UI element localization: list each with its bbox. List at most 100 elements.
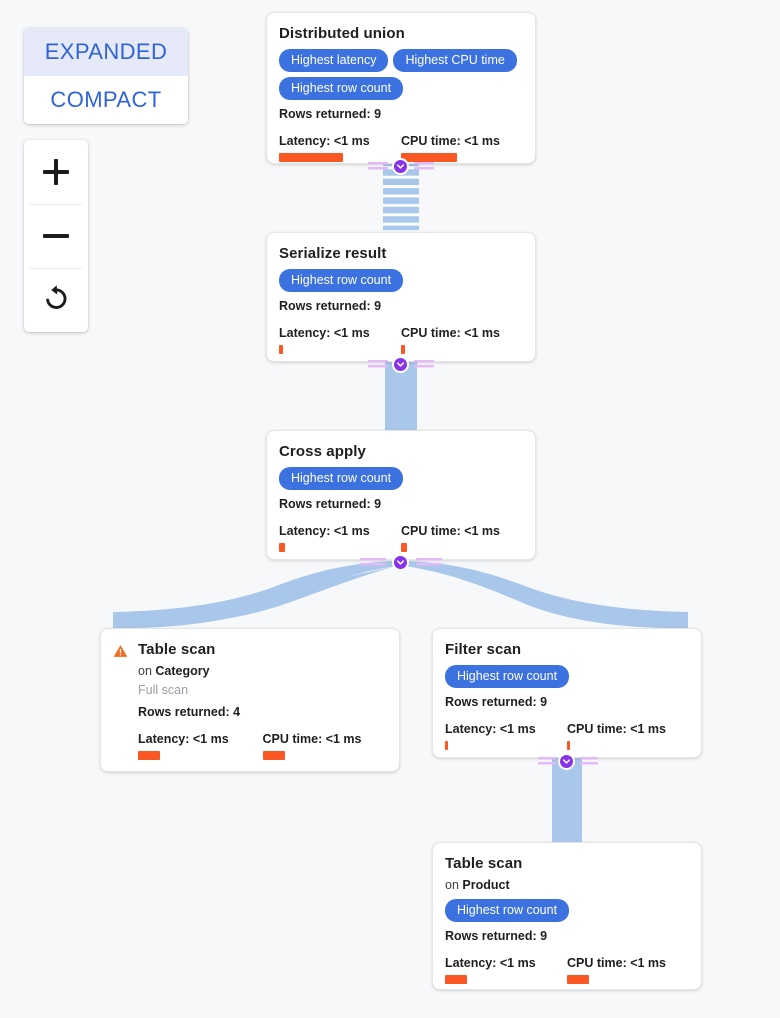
zoom-controls[interactable] <box>24 140 88 332</box>
metric-latency: Latency: <1 ms <box>279 134 401 162</box>
metric-cpu-label: CPU time: <1 ms <box>567 956 666 970</box>
node-header: Table scan on Product <box>445 855 689 893</box>
metric-latency-bar <box>445 741 448 750</box>
node-distributed-union[interactable]: Distributed union Highest latency Highes… <box>266 12 536 164</box>
chip-highest-row-count[interactable]: Highest row count <box>279 467 404 490</box>
metric-latency-label: Latency: <1 ms <box>138 732 229 746</box>
chevron-down-icon <box>395 557 406 568</box>
node-metrics: Latency: <1 ms CPU time: <1 ms <box>279 524 523 552</box>
chip-highest-cpu-time[interactable]: Highest CPU time <box>393 49 517 72</box>
node-metrics: Latency: <1 ms CPU time: <1 ms <box>445 722 689 750</box>
metric-latency: Latency: <1 ms <box>445 956 567 984</box>
rows-returned: Rows returned: 9 <box>279 497 382 511</box>
rows-returned: Rows returned: 9 <box>279 299 382 313</box>
node-title: Table scan <box>445 855 523 872</box>
node-table-scan-product[interactable]: Table scan on Product Highest row count … <box>432 842 702 990</box>
metric-latency-label: Latency: <1 ms <box>445 956 536 970</box>
chip-highest-latency[interactable]: Highest latency <box>279 49 389 72</box>
metric-cpu-time: CPU time: <1 ms <box>567 722 689 750</box>
chip-highest-row-count[interactable]: Highest row count <box>445 665 570 688</box>
minus-icon <box>43 223 69 249</box>
metric-latency-bar <box>445 975 467 984</box>
metric-cpu-bar <box>262 751 285 760</box>
node-header: Serialize result <box>279 245 523 263</box>
metric-latency-bar <box>279 345 283 354</box>
metric-cpu-label: CPU time: <1 ms <box>401 524 500 538</box>
rows-returned: Rows returned: 9 <box>445 695 548 709</box>
node-filter-scan[interactable]: Filter scan Highest row count Rows retur… <box>432 628 702 758</box>
node-serialize-result[interactable]: Serialize result Highest row count Rows … <box>266 232 536 362</box>
node-title: Distributed union <box>279 25 405 42</box>
node-chips: Highest row count <box>279 269 523 292</box>
edge-collapse-badge-serialize-crossapply[interactable] <box>392 356 409 373</box>
metric-latency: Latency: <1 ms <box>445 722 567 750</box>
node-metrics: Latency: <1 ms CPU time: <1 ms <box>279 326 523 354</box>
view-mode-toggle[interactable]: EXPANDED COMPACT <box>24 28 188 124</box>
metric-latency-label: Latency: <1 ms <box>279 524 370 538</box>
metric-latency-bar <box>279 543 285 552</box>
metric-latency-label: Latency: <1 ms <box>279 326 370 340</box>
chip-highest-row-count[interactable]: Highest row count <box>279 77 404 100</box>
zoom-in-button[interactable] <box>24 140 88 204</box>
rows-returned: Rows returned: 9 <box>445 929 548 943</box>
metric-cpu-bar <box>401 345 405 354</box>
node-table-scan-category[interactable]: Table scan on Category Full scan Rows re… <box>100 628 400 772</box>
node-chips: Highest row count <box>445 899 689 922</box>
view-mode-expanded-button[interactable]: EXPANDED <box>24 28 188 76</box>
metric-latency-label: Latency: <1 ms <box>279 134 370 148</box>
metric-cpu-bar <box>401 543 407 552</box>
chip-highest-row-count[interactable]: Highest row count <box>279 269 404 292</box>
reset-zoom-button[interactable] <box>24 268 88 332</box>
warning-icon <box>113 644 128 663</box>
node-title: Table scan <box>138 641 216 658</box>
chip-highest-row-count[interactable]: Highest row count <box>445 899 570 922</box>
metric-latency: Latency: <1 ms <box>279 524 401 552</box>
edge-crossapply-tablescan-category-band <box>113 561 398 629</box>
rows-returned: Rows returned: 4 <box>138 705 241 719</box>
node-chips: Highest row count <box>445 665 689 688</box>
metric-latency: Latency: <1 ms <box>279 326 401 354</box>
node-target-name: Category <box>155 664 210 678</box>
metric-cpu-label: CPU time: <1 ms <box>401 134 500 148</box>
node-title: Cross apply <box>279 443 366 460</box>
chevron-down-icon <box>395 359 406 370</box>
node-metrics: Latency: <1 ms CPU time: <1 ms <box>138 732 387 760</box>
edge-collapse-badge-filterscan-tablescan[interactable] <box>558 753 575 770</box>
edge-collapse-badge-union-serialize[interactable] <box>392 158 409 175</box>
metric-cpu-time: CPU time: <1 ms <box>262 732 388 760</box>
node-metrics: Latency: <1 ms CPU time: <1 ms <box>445 956 689 984</box>
node-chips: Highest row count <box>279 467 523 490</box>
node-cross-apply[interactable]: Cross apply Highest row count Rows retur… <box>266 430 536 560</box>
zoom-out-button[interactable] <box>24 204 88 268</box>
metric-latency-label: Latency: <1 ms <box>445 722 536 736</box>
metric-cpu-bar <box>567 741 570 750</box>
reset-zoom-icon <box>41 283 71 318</box>
node-target: on Product <box>445 878 689 893</box>
node-header: Cross apply <box>279 443 523 461</box>
node-note: Full scan <box>138 683 189 697</box>
metric-cpu-bar <box>567 975 589 984</box>
node-title: Filter scan <box>445 641 522 658</box>
chevron-down-icon <box>561 756 572 767</box>
metric-cpu-time: CPU time: <1 ms <box>401 524 523 552</box>
view-mode-compact-button[interactable]: COMPACT <box>24 76 188 124</box>
edge-filterscan-tablescan-product <box>552 758 582 842</box>
metric-cpu-label: CPU time: <1 ms <box>567 722 666 736</box>
metric-cpu-time: CPU time: <1 ms <box>567 956 689 984</box>
node-header: Distributed union <box>279 25 523 43</box>
metric-latency-bar <box>279 153 343 162</box>
metric-cpu-label: CPU time: <1 ms <box>401 326 500 340</box>
edge-crossapply-filterscan-band <box>403 561 688 629</box>
node-target: on Category <box>138 664 387 679</box>
chevron-down-icon <box>395 161 406 172</box>
metric-cpu-time: CPU time: <1 ms <box>401 134 523 162</box>
edge-collapse-badge-crossapply-children[interactable] <box>392 554 409 571</box>
node-target-prefix: on <box>138 664 156 678</box>
plus-icon <box>43 159 69 185</box>
plan-graph-canvas[interactable]: Distributed union Highest latency Highes… <box>0 0 780 1018</box>
node-header: Table scan on Category Full scan Rows re… <box>113 641 387 760</box>
node-target-prefix: on <box>445 878 463 892</box>
node-chips: Highest latency Highest CPU time Highest… <box>279 49 523 100</box>
metric-latency: Latency: <1 ms <box>138 732 263 760</box>
node-title: Serialize result <box>279 245 387 262</box>
